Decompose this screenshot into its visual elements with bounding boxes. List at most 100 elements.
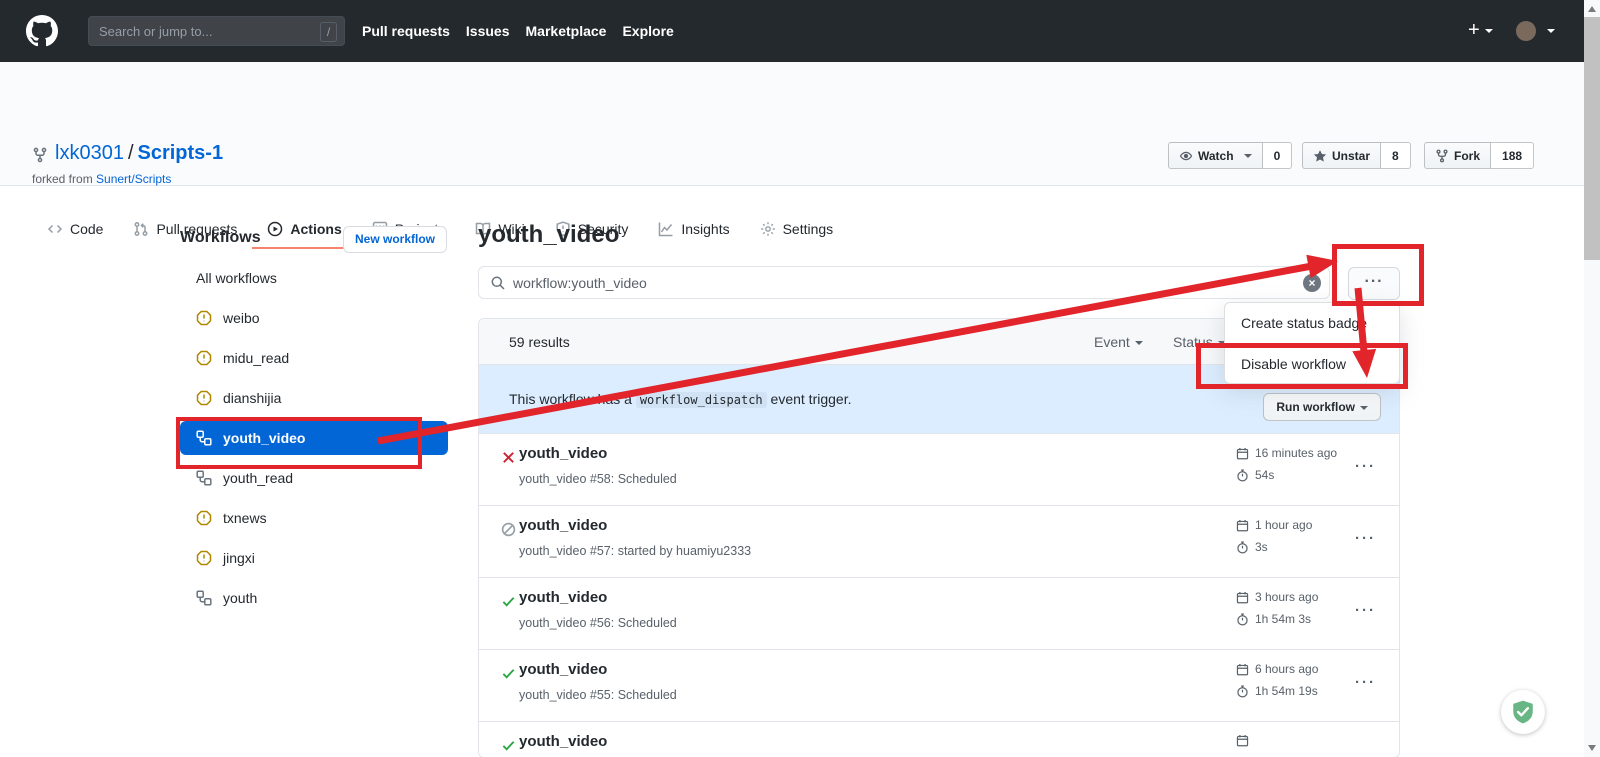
watch-label: Watch [1198, 149, 1234, 163]
create-new-menu[interactable]: + [1468, 19, 1493, 42]
warning-icon [196, 350, 212, 366]
watch-button[interactable]: Watch [1168, 142, 1263, 169]
run-options-icon[interactable]: ··· [1355, 458, 1376, 475]
run-workflow-button[interactable]: Run workflow [1263, 393, 1381, 421]
adguard-badge[interactable] [1501, 690, 1545, 734]
header-nav: Pull requests Issues Marketplace Explore [362, 0, 674, 62]
global-search: / [88, 16, 345, 46]
status-filter[interactable]: Status [1173, 334, 1226, 350]
graph-icon [658, 221, 674, 237]
unstar-button[interactable]: Unstar [1302, 142, 1381, 169]
stopwatch-icon [1236, 685, 1249, 698]
star-count[interactable]: 8 [1381, 142, 1411, 169]
gear-icon [760, 221, 776, 237]
fork-button[interactable]: Fork [1424, 142, 1491, 169]
calendar-icon [1236, 734, 1249, 747]
run-title-link[interactable]: youth_video [519, 733, 607, 750]
scroll-up-icon[interactable] [1588, 6, 1596, 12]
run-title-link[interactable]: youth_video [519, 517, 607, 534]
tab-actions[interactable]: Actions [252, 210, 356, 249]
workflow-options-menu: Create status badge Disable workflow [1224, 302, 1400, 384]
cancelled-icon [501, 522, 516, 542]
runs-search: × [478, 266, 1330, 299]
repo-header: lxk0301/Scripts-1 forked from Sunert/Scr… [0, 62, 1600, 186]
sidebar-item-midu-read[interactable]: midu_read [180, 338, 448, 378]
fork-count[interactable]: 188 [1491, 142, 1534, 169]
menu-item-create-status-badge[interactable]: Create status badge [1225, 303, 1399, 343]
scrollbar[interactable] [1584, 0, 1600, 757]
run-time: 3 hours ago [1236, 590, 1318, 604]
watch-count[interactable]: 0 [1263, 142, 1293, 169]
watch-group: Watch 0 [1168, 142, 1292, 169]
sidebar-item-all-workflows[interactable]: All workflows [180, 258, 448, 298]
nav-issues[interactable]: Issues [466, 23, 510, 39]
run-title-link[interactable]: youth_video [519, 661, 607, 678]
scroll-down-icon[interactable] [1588, 745, 1596, 751]
repo-name-link[interactable]: Scripts-1 [138, 142, 224, 164]
clear-search-icon[interactable]: × [1303, 274, 1321, 292]
run-subtitle: youth_video #57: started by huamiyu2333 [519, 544, 751, 558]
nav-marketplace[interactable]: Marketplace [526, 23, 607, 39]
sidebar-item-youth-video[interactable]: youth_video [180, 421, 448, 455]
check-success-icon [501, 666, 516, 686]
chevron-down-icon [1135, 341, 1143, 345]
run-title-link[interactable]: youth_video [519, 589, 607, 606]
calendar-icon [1236, 519, 1249, 532]
run-duration: 1h 54m 3s [1236, 612, 1311, 626]
repo-title-separator: / [124, 142, 138, 164]
run-time: 1 hour ago [1236, 518, 1312, 532]
chevron-down-icon[interactable] [1547, 29, 1555, 33]
chevron-down-icon [1485, 29, 1493, 33]
tab-settings[interactable]: Settings [745, 210, 849, 249]
sidebar-item-jingxi[interactable]: jingxi [180, 538, 448, 578]
run-options-icon[interactable]: ··· [1355, 674, 1376, 691]
nav-explore[interactable]: Explore [622, 23, 673, 39]
run-title-link[interactable]: youth_video [519, 445, 607, 462]
chevron-down-icon [1244, 154, 1252, 158]
calendar-icon [1236, 591, 1249, 604]
run-options-icon[interactable]: ··· [1355, 530, 1376, 547]
global-search-input[interactable] [89, 17, 289, 45]
workflow-list: All workflows weibo midu_read dianshijia… [180, 258, 448, 618]
calendar-icon [1236, 663, 1249, 676]
scrollbar-thumb[interactable] [1584, 17, 1600, 260]
stopwatch-icon [1236, 613, 1249, 626]
shield-check-icon [1510, 699, 1536, 725]
fork-note: forked from Sunert/Scripts [32, 172, 171, 186]
nav-pull-requests[interactable]: Pull requests [362, 23, 450, 39]
run-duration: 3s [1236, 540, 1268, 554]
x-failed-icon [501, 450, 516, 470]
menu-item-disable-workflow[interactable]: Disable workflow [1225, 343, 1399, 383]
warning-icon [196, 550, 212, 566]
workflows-heading: Workflows [180, 229, 261, 247]
unstar-label: Unstar [1332, 149, 1370, 163]
sidebar-item-youth-read[interactable]: youth_read [180, 458, 448, 498]
runs-search-input[interactable] [513, 268, 1283, 297]
fork-group: Fork 188 [1424, 142, 1534, 169]
fork-source-link[interactable]: Sunert/Scripts [96, 172, 171, 186]
results-count: 59 results [509, 334, 570, 350]
run-row: youth_video youth_video #57: started by … [479, 505, 1399, 577]
run-time: 16 minutes ago [1236, 446, 1337, 460]
run-subtitle: youth_video #55: Scheduled [519, 688, 677, 702]
new-workflow-button[interactable]: New workflow [343, 226, 447, 253]
code-icon [47, 221, 63, 237]
tab-insights[interactable]: Insights [643, 210, 744, 249]
run-row: youth_video youth_video #55: Scheduled 6… [479, 649, 1399, 721]
github-logo-icon[interactable] [26, 15, 58, 47]
sidebar-item-youth[interactable]: youth [180, 578, 448, 618]
eye-icon [1179, 149, 1193, 163]
code-span: workflow_dispatch [636, 392, 767, 408]
sidebar-item-dianshijia[interactable]: dianshijia [180, 378, 448, 418]
warning-icon [196, 310, 212, 326]
tab-code[interactable]: Code [32, 210, 118, 249]
notice-text: This workflow has a workflow_dispatch ev… [509, 391, 851, 407]
sidebar-item-txnews[interactable]: txnews [180, 498, 448, 538]
avatar[interactable] [1516, 21, 1536, 41]
workflow-options-button[interactable]: ··· [1348, 267, 1400, 300]
event-filter[interactable]: Event [1094, 334, 1143, 350]
repo-owner-link[interactable]: lxk0301 [55, 142, 124, 164]
run-options-icon[interactable]: ··· [1355, 602, 1376, 619]
sidebar-item-weibo[interactable]: weibo [180, 298, 448, 338]
warning-icon [196, 390, 212, 406]
